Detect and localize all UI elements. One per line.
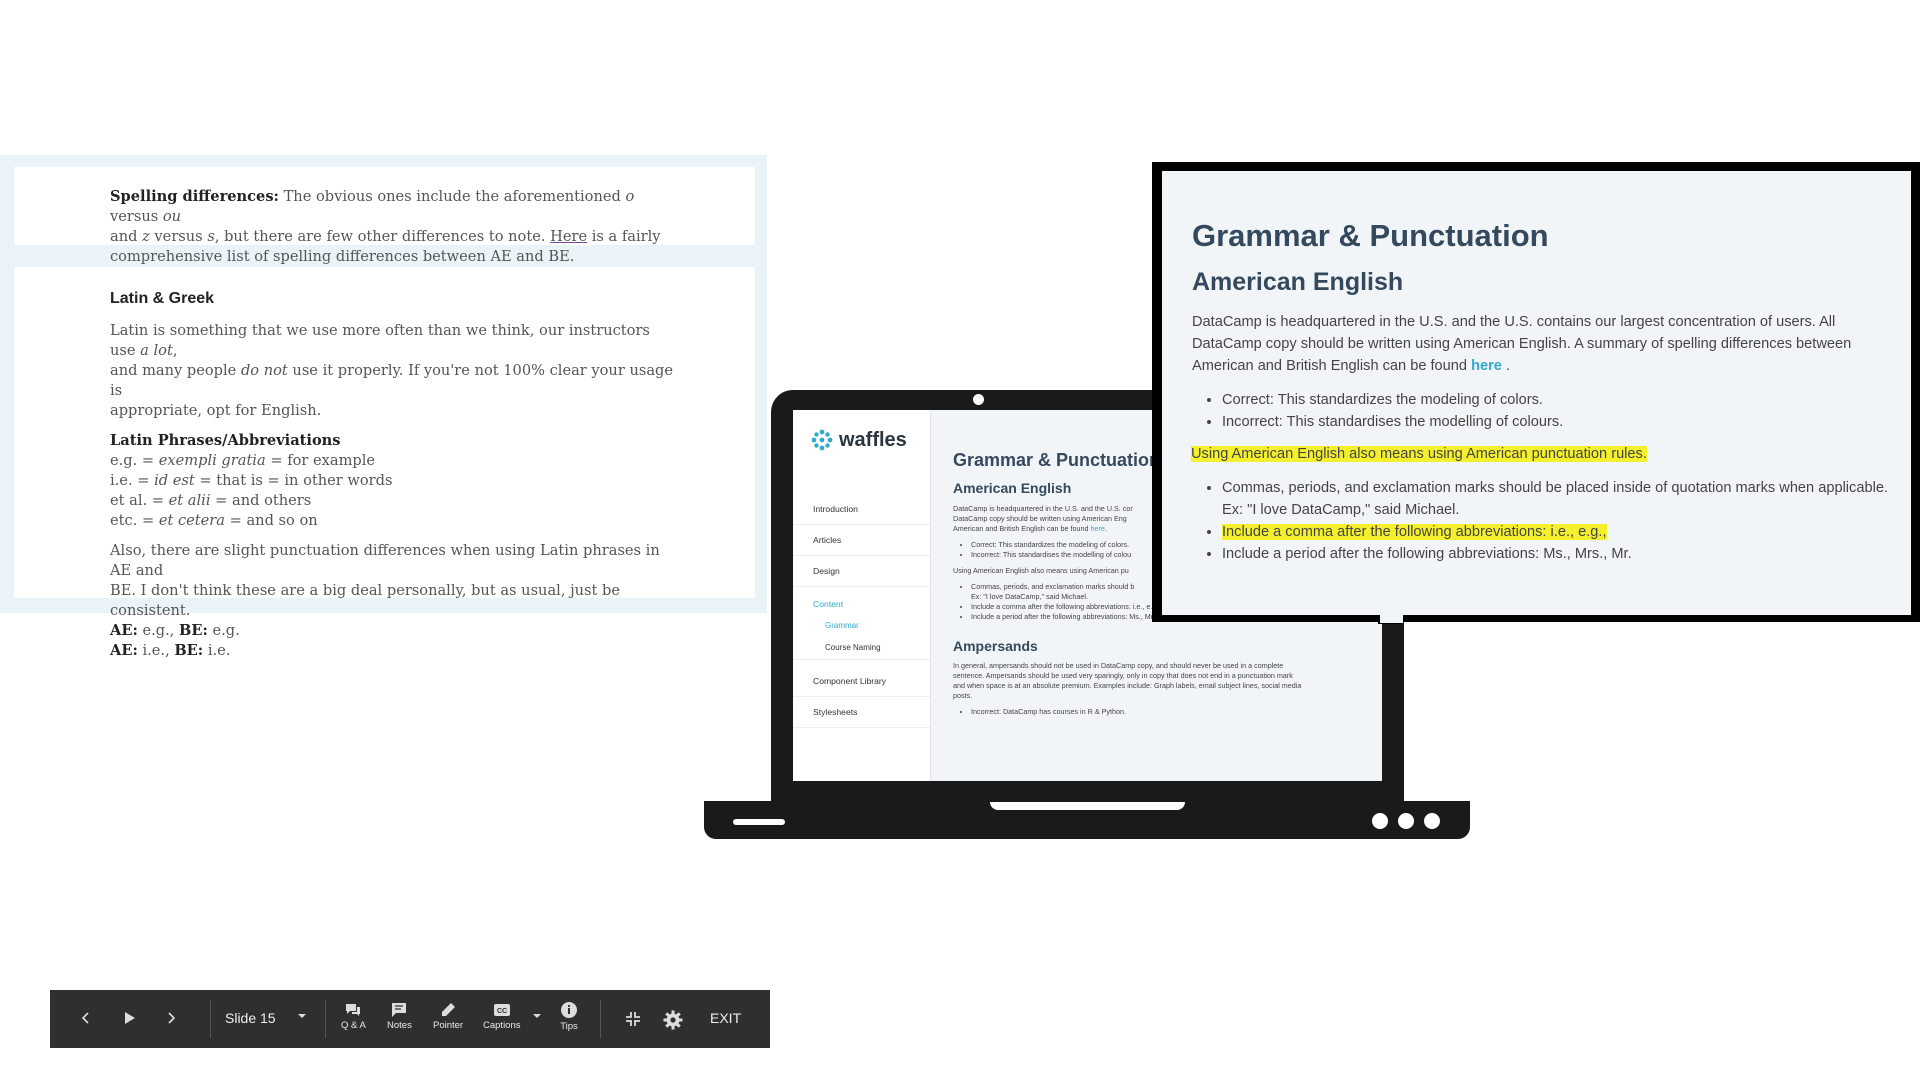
zoom-page-title: Grammar & Punctuation <box>1192 218 1549 253</box>
play-icon <box>125 1012 135 1024</box>
zoom-callout-notch <box>1380 615 1403 623</box>
spelling-card: Spelling differences: The obvious ones i… <box>14 167 755 265</box>
slide-dropdown-button[interactable] <box>297 1012 307 1020</box>
screen-ampersands-list: Incorrect: DataCamp has courses in R & P… <box>953 707 1373 717</box>
next-slide-button[interactable] <box>165 1010 177 1026</box>
captions-icon: CC <box>493 1004 510 1016</box>
styleguide-sidebar: waffles Introduction Articles Design Con… <box>793 410 931 781</box>
laptop-dot <box>1372 813 1388 829</box>
latin-phrases-heading: Latin Phrases/Abbreviations <box>110 432 341 449</box>
notes-icon <box>392 1003 407 1017</box>
list-item: Include a period after the following abb… <box>1222 543 1892 565</box>
waffles-logo-icon <box>811 429 833 451</box>
screen-ampersands-title: Ampersands <box>953 638 1038 654</box>
tips-button[interactable]: Tips <box>560 1001 578 1032</box>
nav-grammar[interactable]: Grammar <box>793 615 930 637</box>
latin-intro: Latin is something that we use more ofte… <box>110 322 674 419</box>
list-item: Include a comma after the following abbr… <box>1222 521 1892 543</box>
sidebar-nav: Introduction Articles Design Content Gra… <box>793 494 930 728</box>
zoom-example-list: Correct: This standardizes the modeling … <box>1192 389 1892 433</box>
presenter-toolbar: Slide 15 Q & A Notes Pointer CC Captions… <box>50 990 770 1048</box>
screen-ampersands-text: In general, ampersands should not be use… <box>953 661 1302 700</box>
exit-fullscreen-button[interactable] <box>625 1011 641 1027</box>
laptop-camera <box>973 394 984 405</box>
nav-component-library[interactable]: Component Library <box>793 666 930 697</box>
pointer-button[interactable]: Pointer <box>433 1002 463 1031</box>
svg-text:CC: CC <box>497 1008 507 1015</box>
captions-button[interactable]: CC Captions <box>483 1002 521 1031</box>
chevron-left-icon <box>81 1012 89 1024</box>
list-item: Incorrect: DataCamp has courses in R & P… <box>971 707 1373 717</box>
settings-button[interactable] <box>663 1010 683 1030</box>
laptop-dot <box>1398 813 1414 829</box>
toolbar-divider <box>325 1000 326 1038</box>
nav-introduction[interactable]: Introduction <box>793 494 930 525</box>
toolbar-divider <box>210 1000 211 1038</box>
laptop-notch <box>990 802 1185 810</box>
nav-articles[interactable]: Articles <box>793 525 930 556</box>
nav-course-naming[interactable]: Course Naming <box>793 637 930 660</box>
qa-icon <box>346 1004 361 1016</box>
nav-design[interactable]: Design <box>793 556 930 587</box>
exit-button[interactable]: EXIT <box>710 1010 741 1026</box>
laptop-slot <box>733 819 785 825</box>
captions-dropdown-button[interactable] <box>532 1012 542 1020</box>
screen-here-link[interactable]: here <box>1090 524 1104 533</box>
zoom-highlighted-rule: Using American English also means using … <box>1191 446 1647 462</box>
latin-phrases-list: e.g. = exempli gratia = for example i.e.… <box>110 452 393 529</box>
list-item: Correct: This standardizes the modeling … <box>1222 389 1892 411</box>
zoom-section-title: American English <box>1192 268 1404 296</box>
waffles-logo[interactable]: waffles <box>811 428 907 452</box>
document-panel: Spelling differences: The obvious ones i… <box>0 155 767 659</box>
gear-icon <box>663 1010 683 1030</box>
spelling-title: Spelling differences: <box>110 188 279 205</box>
latin-greek-heading: Latin & Greek <box>110 290 215 307</box>
zoom-punctuation-list: Commas, periods, and exclamation marks s… <box>1192 477 1892 565</box>
chevron-down-icon <box>298 1014 306 1018</box>
pointer-icon <box>442 1003 456 1016</box>
nav-stylesheets[interactable]: Stylesheets <box>793 697 930 728</box>
nav-content[interactable]: Content <box>793 593 930 615</box>
latin-greek-card: Latin & Greek Latin is something that we… <box>14 267 755 659</box>
toolbar-divider <box>600 1000 601 1038</box>
zoom-callout: Grammar & Punctuation American English D… <box>1162 171 1911 615</box>
minimize-icon <box>626 1012 640 1026</box>
list-item: Incorrect: This standardises the modelli… <box>1222 411 1892 433</box>
punctuation-note: Also, there are slight punctuation diffe… <box>110 542 660 659</box>
qa-button[interactable]: Q & A <box>341 1002 366 1031</box>
play-button[interactable] <box>123 1010 137 1026</box>
info-icon <box>561 1002 577 1018</box>
slide-selector[interactable]: Slide 15 <box>225 1010 276 1026</box>
laptop-dot <box>1424 813 1440 829</box>
list-item: Commas, periods, and exclamation marks s… <box>1222 477 1892 521</box>
zoom-here-link[interactable]: here <box>1471 358 1502 374</box>
zoom-intro: DataCamp is headquartered in the U.S. an… <box>1192 314 1852 374</box>
spelling-list-link[interactable]: Here <box>550 228 587 245</box>
notes-button[interactable]: Notes <box>387 1002 412 1031</box>
chevron-right-icon <box>168 1012 176 1024</box>
previous-slide-button[interactable] <box>80 1010 92 1026</box>
chevron-down-icon <box>533 1014 541 1018</box>
